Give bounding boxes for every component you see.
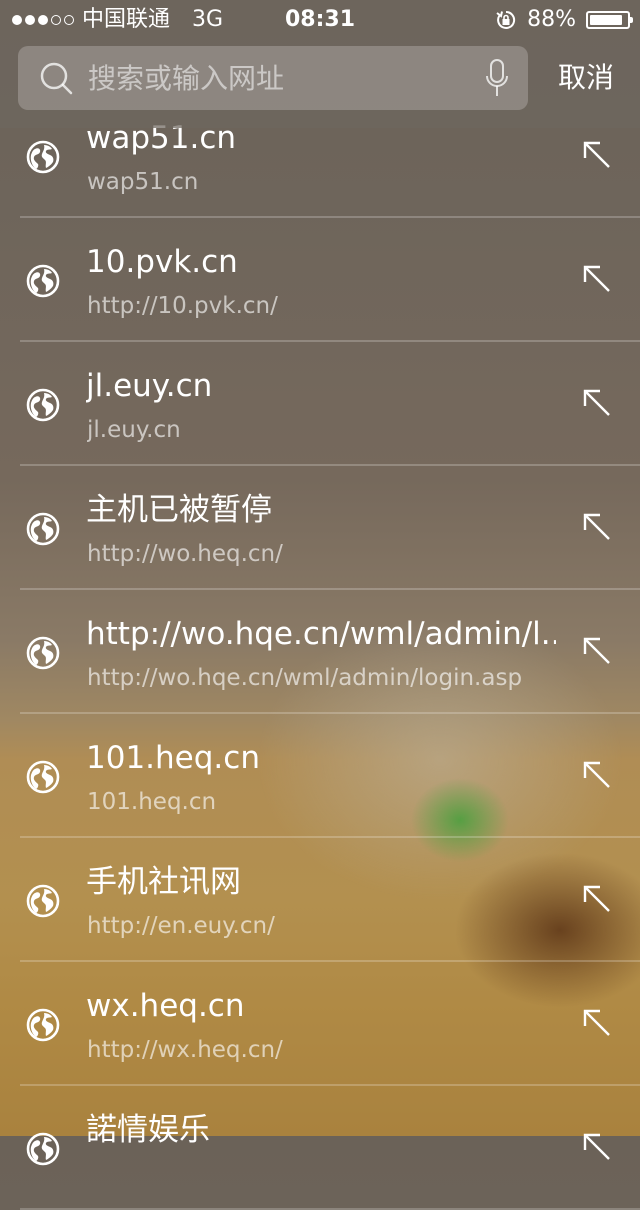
suggestion-title: 101.heq.cn [86,740,260,776]
search-row: 取消 [0,46,640,110]
search-bar[interactable] [18,46,528,110]
fill-arrow-icon[interactable] [582,140,612,170]
suggestion-url: wap51.cn [87,169,199,195]
battery-percent: 88% [527,7,576,32]
status-bar: 中国联通 3G 08:31 88% [0,0,640,40]
suggestion-title: jl.euy.cn [86,368,213,404]
suggestion-title: 手机社讯网 [86,864,241,900]
globe-icon [26,140,60,174]
globe-icon [26,264,60,298]
suggestion-url: jl.euy.cn [87,417,181,443]
suggestion-row[interactable]: jl.euy.cn jl.euy.cn [0,342,640,466]
battery-level [590,15,622,25]
suggestion-row[interactable]: 手机社讯网 http://en.euy.cn/ [0,838,640,962]
suggestion-row[interactable]: http://wo.hqe.cn/wml/admin/l... http://w… [0,590,640,714]
suggestion-url: http://wo.hqe.cn/wml/admin/login.asp [87,665,523,691]
suggestion-list: wap51.cn wap51.cn 10.pvk.cn http://10.pv… [0,94,640,1210]
suggestion-title: 諾情娱乐 [86,1112,210,1148]
suggestion-url: http://en.euy.cn/ [87,913,275,939]
suggestion-row[interactable]: 101.heq.cn 101.heq.cn [0,714,640,838]
globe-icon [26,884,60,918]
suggestion-url: 101.heq.cn [87,789,217,815]
globe-icon [26,1132,60,1166]
battery-icon [586,11,633,29]
fill-arrow-icon[interactable] [582,512,612,542]
suggestion-row[interactable]: 諾情娱乐 [0,1086,640,1210]
suggestion-url: http://wx.heq.cn/ [87,1037,283,1063]
suggestion-row[interactable]: 10.pvk.cn http://10.pvk.cn/ [0,218,640,342]
globe-icon [26,1008,60,1042]
suggestion-url: http://wo.heq.cn/ [87,541,283,567]
top-bar: 中国联通 3G 08:31 88% 搜索或输入网址 取消 [0,0,640,128]
search-icon [40,62,73,95]
suggestion-title: wx.heq.cn [86,988,245,1024]
globe-icon [26,760,60,794]
globe-icon [26,388,60,422]
suggestion-title: 主机已被暂停 [86,492,272,528]
suggestion-title: http://wo.hqe.cn/wml/admin/l... [86,616,556,652]
suggestion-row[interactable]: wx.heq.cn http://wx.heq.cn/ [0,962,640,1086]
cancel-button[interactable]: 取消 [558,46,614,110]
suggestion-url: http://10.pvk.cn/ [87,293,278,319]
fill-arrow-icon[interactable] [582,1008,612,1038]
globe-icon [26,512,60,546]
fill-arrow-icon[interactable] [582,760,612,790]
globe-icon [26,636,60,670]
suggestion-title: 10.pvk.cn [86,244,238,280]
search-input[interactable] [88,46,468,110]
fill-arrow-icon[interactable] [582,884,612,914]
fill-arrow-icon[interactable] [582,388,612,418]
fill-arrow-icon[interactable] [582,636,612,666]
fill-arrow-icon[interactable] [582,264,612,294]
microphone-icon[interactable] [484,58,510,100]
suggestion-row[interactable]: 主机已被暂停 http://wo.heq.cn/ [0,466,640,590]
fill-arrow-icon[interactable] [582,1132,612,1162]
orientation-lock-icon [496,10,516,29]
